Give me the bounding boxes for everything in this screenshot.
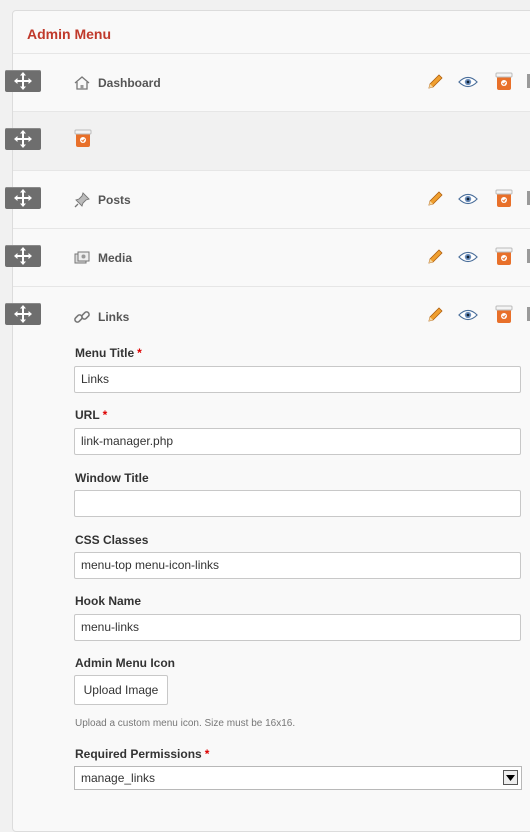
drag-handle[interactable] xyxy=(5,245,41,267)
upload-hint: Upload a custom menu icon. Size must be … xyxy=(75,718,296,729)
move-icon xyxy=(14,189,32,207)
trash-icon[interactable] xyxy=(494,71,514,91)
upload-image-button[interactable]: Upload Image xyxy=(74,675,168,705)
drag-handle[interactable] xyxy=(5,303,41,325)
hook-name-label: Hook Name xyxy=(75,594,142,608)
required-marker: * xyxy=(137,346,142,360)
window-title-input[interactable] xyxy=(74,490,521,517)
menu-item-label: Posts xyxy=(98,193,131,207)
dropdown-arrow-icon[interactable] xyxy=(503,770,518,785)
pencil-icon[interactable] xyxy=(425,305,445,325)
menu-title-label: Menu Title * xyxy=(75,346,142,360)
menu-title-input[interactable]: Links xyxy=(74,366,521,393)
eye-icon[interactable] xyxy=(458,72,478,92)
trash-icon[interactable] xyxy=(494,246,514,266)
menu-item-label: Media xyxy=(98,251,133,265)
drag-handle[interactable] xyxy=(5,128,41,150)
required-permissions-label: Required Permissions * xyxy=(75,747,210,761)
pushpin-icon xyxy=(73,191,91,209)
home-icon xyxy=(73,74,91,92)
css-classes-input[interactable]: menu-top menu-icon-links xyxy=(74,552,521,579)
drag-handle[interactable] xyxy=(5,70,41,92)
pencil-icon[interactable] xyxy=(425,247,445,267)
admin-menu-icon-label: Admin Menu Icon xyxy=(75,656,175,670)
window-title-label: Window Title xyxy=(75,471,149,485)
menu-item-label: Links xyxy=(98,310,130,324)
css-classes-label: CSS Classes xyxy=(75,533,149,547)
drag-handle[interactable] xyxy=(5,187,41,209)
trash-icon[interactable] xyxy=(494,304,514,324)
required-marker: * xyxy=(204,747,210,761)
pencil-icon[interactable] xyxy=(425,72,445,92)
eye-icon[interactable] xyxy=(458,247,478,267)
eye-icon[interactable] xyxy=(458,189,478,209)
move-icon xyxy=(14,305,32,323)
required-marker: * xyxy=(102,408,108,422)
hook-name-input[interactable]: menu-links xyxy=(74,614,521,641)
url-label: URL * xyxy=(75,408,108,422)
move-icon xyxy=(14,130,32,148)
trash-icon[interactable] xyxy=(73,128,93,148)
pencil-icon[interactable] xyxy=(425,189,445,209)
selected-value: manage_links xyxy=(81,771,156,785)
menu-item-links[interactable] xyxy=(13,286,530,808)
media-icon xyxy=(73,249,91,267)
url-input[interactable]: link-manager.php xyxy=(74,428,521,455)
panel-title: Admin Menu xyxy=(27,26,111,42)
menu-item-label: Dashboard xyxy=(98,76,161,90)
trash-icon[interactable] xyxy=(494,188,514,208)
link-icon xyxy=(73,308,91,326)
move-icon xyxy=(14,72,32,90)
required-permissions-select[interactable]: manage_links xyxy=(74,766,522,790)
move-icon xyxy=(14,247,32,265)
eye-icon[interactable] xyxy=(458,305,478,325)
